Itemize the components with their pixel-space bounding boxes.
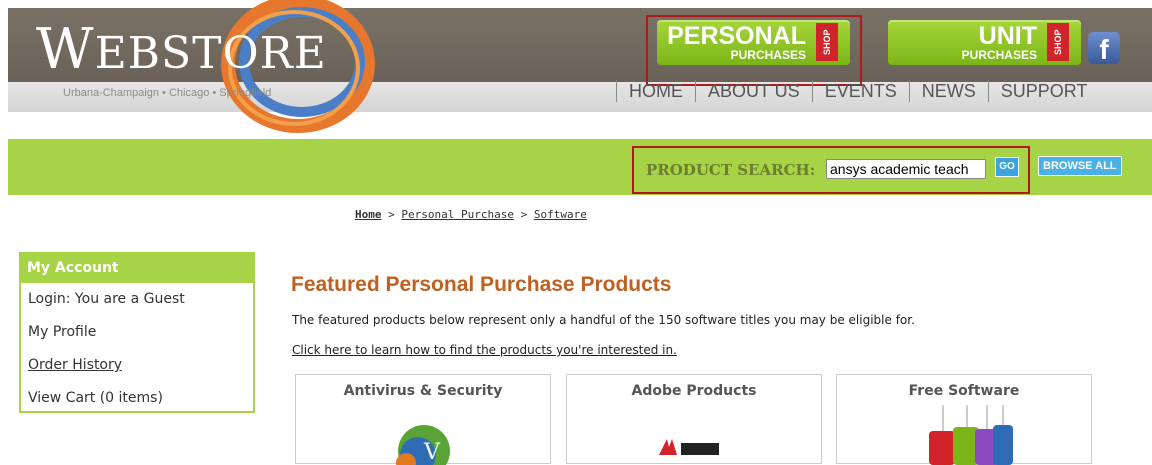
search-input[interactable] xyxy=(826,159,986,179)
login-status[interactable]: Login: You are a Guest xyxy=(21,283,253,316)
logo-wordmark[interactable]: WEBSTORE xyxy=(36,22,327,78)
breadcrumb-software[interactable]: Software xyxy=(534,208,587,221)
breadcrumb-personal-purchase[interactable]: Personal Purchase xyxy=(401,208,514,221)
breadcrumb: Home > Personal Purchase > Software xyxy=(355,208,587,221)
logo-first-letter: W xyxy=(36,17,95,82)
facebook-icon[interactable]: f xyxy=(1088,32,1120,65)
go-button[interactable]: GO xyxy=(995,157,1019,177)
my-account-title: My Account xyxy=(21,254,253,283)
card-title: Antivirus & Security xyxy=(343,383,503,399)
logo-tagline: Urbana-Champaign • Chicago • Springfield xyxy=(63,87,272,99)
main-nav: HOME ABOUT US EVENTS NEWS SUPPORT xyxy=(616,80,1099,102)
breadcrumb-separator: > xyxy=(513,208,534,221)
svg-text:V: V xyxy=(423,440,441,465)
nav-home[interactable]: HOME xyxy=(616,80,695,102)
learn-more-link[interactable]: Click here to learn how to find the prod… xyxy=(292,343,677,357)
nav-about-us[interactable]: ABOUT US xyxy=(695,80,812,102)
logo-rest: EBSTORE xyxy=(94,28,327,79)
antivirus-icon: V xyxy=(396,425,450,465)
adobe-logo-icon xyxy=(659,439,719,455)
page-title: Featured Personal Purchase Products xyxy=(291,273,672,296)
breadcrumb-separator: > xyxy=(381,208,402,221)
my-profile-link[interactable]: My Profile xyxy=(21,316,253,349)
card-title: Free Software xyxy=(908,383,1020,399)
price-tags-icon xyxy=(929,405,1013,465)
breadcrumb-home[interactable]: Home xyxy=(355,208,382,221)
unit-sub-label: PURCHASES xyxy=(961,48,1037,62)
view-cart-link[interactable]: View Cart (0 items) xyxy=(21,382,253,415)
order-history-link[interactable]: Order History xyxy=(21,349,253,382)
site-header: WEBSTORE Urbana-Champaign • Chicago • Sp… xyxy=(8,0,1152,133)
my-account-panel: My Account Login: You are a Guest My Pro… xyxy=(19,252,255,413)
card-title: Adobe Products xyxy=(631,383,757,399)
unit-label: UNIT xyxy=(978,22,1037,50)
nav-news[interactable]: NEWS xyxy=(908,80,988,102)
personal-highlight-box xyxy=(646,15,862,86)
shop-tag-icon: SHOP xyxy=(1047,23,1069,61)
product-search-label: PRODUCT SEARCH: xyxy=(646,161,816,179)
browse-all-button[interactable]: BROWSE ALL xyxy=(1038,156,1122,176)
intro-paragraph: The featured products below represent on… xyxy=(292,313,915,327)
nav-support[interactable]: SUPPORT xyxy=(987,80,1100,102)
nav-events[interactable]: EVENTS xyxy=(811,80,909,102)
unit-purchases-button[interactable]: UNIT PURCHASES SHOP xyxy=(888,20,1081,65)
